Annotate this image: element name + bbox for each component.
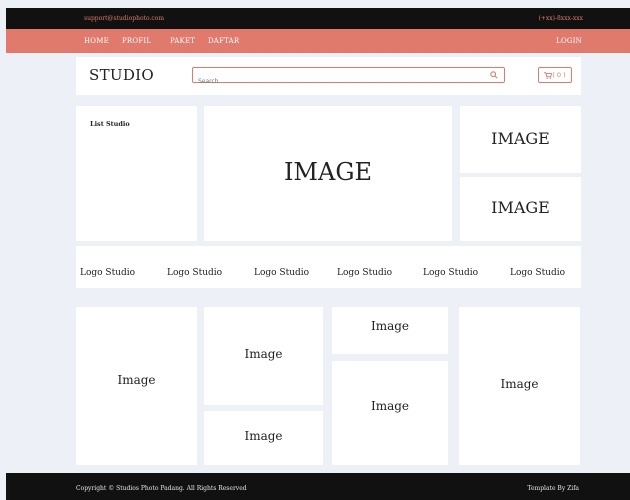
nav-daftar[interactable]: DAFTAR bbox=[208, 37, 239, 45]
hero-side-image-top[interactable]: IMAGE bbox=[460, 106, 581, 173]
gallery-image-3-label: Image bbox=[244, 429, 283, 443]
studio-logo-3[interactable]: Logo Studio bbox=[254, 268, 309, 278]
cart-count: ( 0 ) bbox=[552, 71, 566, 79]
studio-logo-6[interactable]: Logo Studio bbox=[510, 268, 565, 278]
cart-button[interactable]: ( 0 ) bbox=[538, 67, 572, 83]
studio-logo-1[interactable]: Logo Studio bbox=[80, 268, 135, 278]
gallery-image-2-label: Image bbox=[244, 347, 283, 361]
main-navbar: HOME PROFIL PAKET DAFTAR LOGIN bbox=[6, 29, 630, 53]
studio-list-panel: List Studio bbox=[76, 106, 197, 241]
gallery-image-1-label: Image bbox=[117, 373, 156, 387]
gallery-image-2[interactable]: Image bbox=[204, 307, 323, 405]
hero-side-image-top-label: IMAGE bbox=[491, 129, 550, 148]
studio-logo-4[interactable]: Logo Studio bbox=[337, 268, 392, 278]
gallery-image-4[interactable]: Image bbox=[332, 307, 448, 354]
gallery-image-6-label: Image bbox=[500, 377, 539, 391]
gallery-image-5-label: Image bbox=[370, 399, 410, 413]
gallery-image-4-label: Image bbox=[370, 319, 410, 333]
hero-side-image-bottom[interactable]: IMAGE bbox=[460, 177, 581, 241]
site-header: STUDIO ( 0 ) bbox=[76, 57, 581, 95]
nav-paket[interactable]: PAKET bbox=[170, 37, 195, 45]
top-bar: support@studiophoto.com (+xx)-8xxx-xxx bbox=[6, 8, 630, 29]
logo-strip: Logo Studio Logo Studio Logo Studio Logo… bbox=[76, 246, 581, 288]
list-studio-title: List Studio bbox=[90, 120, 130, 128]
hero-side-image-bottom-label: IMAGE bbox=[491, 198, 550, 217]
hero-main-image[interactable]: IMAGE bbox=[204, 106, 452, 241]
nav-home[interactable]: HOME bbox=[84, 37, 109, 45]
gallery-image-1[interactable]: Image bbox=[76, 307, 197, 465]
contact-phone: (+xx)-8xxx-xxx bbox=[538, 15, 583, 22]
gallery-image-5[interactable]: Image bbox=[332, 361, 448, 465]
nav-login[interactable]: LOGIN bbox=[556, 37, 582, 45]
gallery-image-3[interactable]: Image bbox=[204, 411, 323, 465]
hero-main-image-label: IMAGE bbox=[283, 158, 373, 186]
contact-email[interactable]: support@studiophoto.com bbox=[84, 15, 164, 22]
template-credit[interactable]: Template By Zifa bbox=[527, 485, 579, 492]
search-input[interactable] bbox=[193, 74, 483, 89]
studio-logo-2[interactable]: Logo Studio bbox=[167, 268, 222, 278]
gallery-image-6[interactable]: Image bbox=[459, 307, 580, 465]
nav-profil[interactable]: PROFIL bbox=[122, 37, 151, 45]
studio-logo-5[interactable]: Logo Studio bbox=[423, 268, 478, 278]
brand-logo[interactable]: STUDIO bbox=[89, 66, 154, 84]
site-footer: Copyright © Studios Photo Padang. All Ri… bbox=[6, 473, 630, 500]
search-icon[interactable] bbox=[490, 71, 498, 79]
copyright-text: Copyright © Studios Photo Padang. All Ri… bbox=[76, 485, 247, 492]
search-box bbox=[192, 67, 505, 89]
